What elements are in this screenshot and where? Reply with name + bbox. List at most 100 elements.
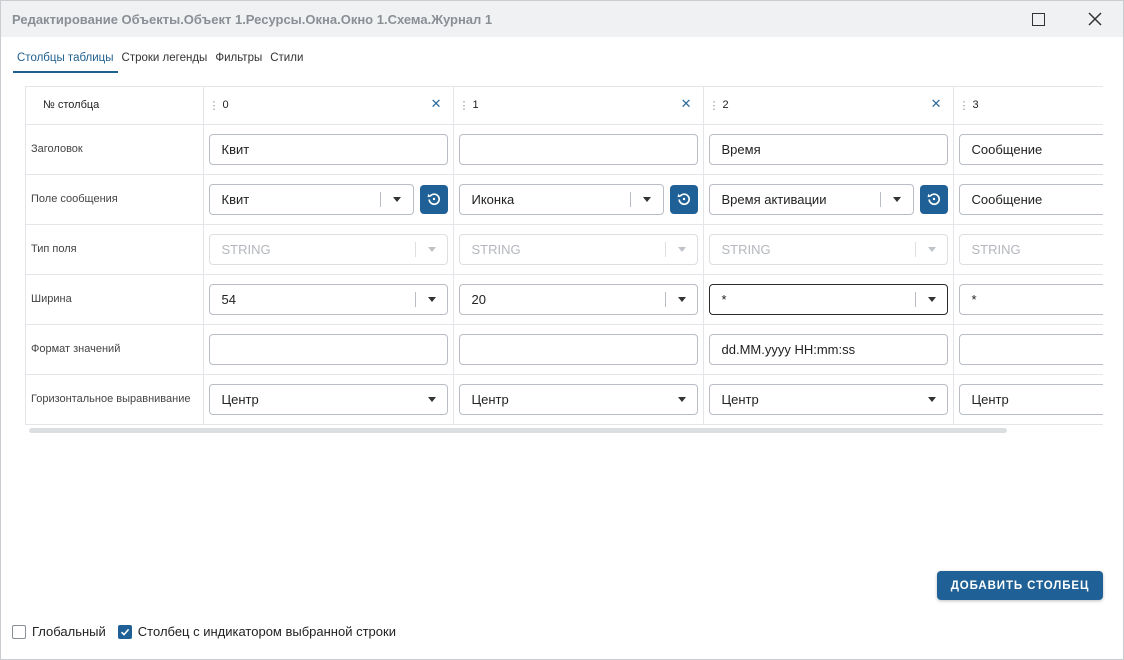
h-align-value: Центр <box>471 391 509 407</box>
h-align-value: Центр <box>721 391 759 407</box>
window-title: Редактирование Объекты.Объект 1.Ресурсы.… <box>12 12 493 27</box>
indicator-column-label: Столбец с индикатором выбранной строки <box>137 624 396 639</box>
dropdown-arrow-icon <box>427 296 436 302</box>
remove-column-icon[interactable]: ✕ <box>681 97 692 110</box>
reset-icon <box>927 193 940 206</box>
dropdown-arrow-icon <box>642 196 651 202</box>
tab-table-columns[interactable]: Столбцы таблицы <box>13 51 118 73</box>
field-type-select: STRING <box>208 233 448 265</box>
edit-dialog: Редактирование Объекты.Объект 1.Ресурсы.… <box>0 0 1124 660</box>
width-value: * <box>721 291 727 307</box>
h-align-row: Горизонтальное выравнивание Центр Центр … <box>26 374 1103 425</box>
message-field-value: Иконка <box>471 191 515 207</box>
h-align-value: Центр <box>971 391 1009 407</box>
maximize-button[interactable] <box>1025 7 1051 31</box>
value-format-input[interactable] <box>458 333 698 365</box>
drag-handle-icon[interactable]: ⋮ <box>459 99 470 112</box>
column-number: 0 <box>222 99 229 112</box>
tab-filters[interactable]: Фильтры <box>211 51 266 73</box>
columns-grid: № столбца ⋮ 0 ✕ ⋮ 1 ✕ ⋮ 2 ✕ ⋮ 3 Заголово… <box>25 86 1103 425</box>
field-type-row: Тип поля STRING STRING STRING STRING <box>26 224 1103 275</box>
column-header: ⋮ 0 ✕ <box>209 87 448 123</box>
remove-column-icon[interactable]: ✕ <box>931 97 942 110</box>
width-row-label: Ширина <box>26 274 204 325</box>
field-type-value: STRING <box>971 241 1021 257</box>
message-field-select[interactable]: Квит <box>208 183 414 215</box>
field-type-select: STRING <box>958 233 1103 265</box>
dropdown-arrow-icon <box>677 296 686 302</box>
width-value: 20 <box>471 291 486 307</box>
reset-icon <box>427 193 440 206</box>
title-input[interactable]: Квит <box>208 133 448 165</box>
dropdown-arrow-icon <box>427 396 436 402</box>
message-field-select[interactable]: Иконка <box>458 183 664 215</box>
dropdown-arrow-icon <box>927 246 936 252</box>
column-number: 1 <box>472 99 479 112</box>
global-checkbox[interactable]: Глобальный <box>12 624 106 639</box>
options-bar: Глобальный Столбец с индикатором выбранн… <box>12 624 408 639</box>
tab-styles[interactable]: Стили <box>266 51 307 73</box>
dropdown-arrow-icon <box>927 396 936 402</box>
title-row: Заголовок Квит Время Сообщение <box>26 124 1103 175</box>
column-header: ⋮ 1 ✕ <box>459 87 698 123</box>
maximize-icon <box>1031 12 1045 26</box>
title-input[interactable]: Сообщение <box>958 133 1103 165</box>
dropdown-arrow-icon <box>677 396 686 402</box>
h-align-select[interactable]: Центр <box>708 383 948 415</box>
tab-legend-rows[interactable]: Строки легенды <box>118 51 212 73</box>
h-align-row-label: Горизонтальное выравнивание <box>26 374 204 425</box>
h-align-value: Центр <box>221 391 259 407</box>
column-number: 2 <box>722 99 729 112</box>
message-field-select[interactable]: Время активации <box>708 183 914 215</box>
horizontal-scrollbar[interactable] <box>29 428 1007 433</box>
field-type-value: STRING <box>471 241 521 257</box>
value-format-input[interactable] <box>958 333 1103 365</box>
width-combobox[interactable]: 20 <box>458 283 698 315</box>
message-field-row-label: Поле сообщения <box>26 174 204 225</box>
remove-column-icon[interactable]: ✕ <box>431 97 442 110</box>
value-format-row-label: Формат значений <box>26 324 204 375</box>
message-field-value: Квит <box>221 191 250 207</box>
width-combobox[interactable]: * <box>708 283 948 315</box>
reset-button[interactable] <box>419 184 448 214</box>
field-type-value: STRING <box>221 241 271 257</box>
drag-handle-icon[interactable]: ⋮ <box>709 99 720 112</box>
title-bar: Редактирование Объекты.Объект 1.Ресурсы.… <box>1 1 1123 37</box>
width-row: Ширина 54 20 * * <box>26 274 1103 325</box>
dropdown-arrow-icon <box>427 246 436 252</box>
title-input[interactable] <box>458 133 698 165</box>
field-type-value: STRING <box>721 241 771 257</box>
drag-handle-icon[interactable]: ⋮ <box>209 99 220 112</box>
width-combobox[interactable]: * <box>958 283 1103 315</box>
dropdown-arrow-icon <box>392 196 401 202</box>
message-field-select[interactable]: Сообщение <box>958 183 1103 215</box>
value-format-input[interactable] <box>208 333 448 365</box>
field-type-select: STRING <box>708 233 948 265</box>
h-align-select[interactable]: Центр <box>958 383 1103 415</box>
reset-button[interactable] <box>669 184 698 214</box>
column-number-label: № столбца <box>26 87 204 125</box>
title-input[interactable]: Время <box>708 133 948 165</box>
checkmark-icon <box>120 628 129 636</box>
column-number-row: № столбца ⋮ 0 ✕ ⋮ 1 ✕ ⋮ 2 ✕ ⋮ 3 <box>26 87 1104 125</box>
tab-bar: Столбцы таблицы Строки легенды Фильтры С… <box>13 51 307 73</box>
value-format-input[interactable]: dd.MM.yyyy HH:mm:ss <box>708 333 948 365</box>
dropdown-arrow-icon <box>927 296 936 302</box>
width-value: 54 <box>221 291 236 307</box>
width-combobox[interactable]: 54 <box>208 283 448 315</box>
field-type-row-label: Тип поля <box>26 224 204 275</box>
checkbox-box-checked <box>117 624 132 639</box>
add-column-button[interactable]: ДОБАВИТЬ СТОЛБЕЦ <box>937 571 1103 600</box>
close-button[interactable] <box>1082 7 1108 31</box>
close-icon <box>1088 12 1102 26</box>
column-header: ⋮ 3 ✕ <box>959 87 1104 123</box>
h-align-select[interactable]: Центр <box>458 383 698 415</box>
value-format-row: Формат значений dd.MM.yyyy HH:mm:ss <box>26 324 1103 375</box>
global-label: Глобальный <box>32 624 106 639</box>
dropdown-arrow-icon <box>892 196 901 202</box>
reset-button[interactable] <box>919 184 948 214</box>
drag-handle-icon[interactable]: ⋮ <box>959 99 970 112</box>
column-number: 3 <box>972 99 979 112</box>
indicator-column-checkbox[interactable]: Столбец с индикатором выбранной строки <box>117 624 396 639</box>
h-align-select[interactable]: Центр <box>208 383 448 415</box>
